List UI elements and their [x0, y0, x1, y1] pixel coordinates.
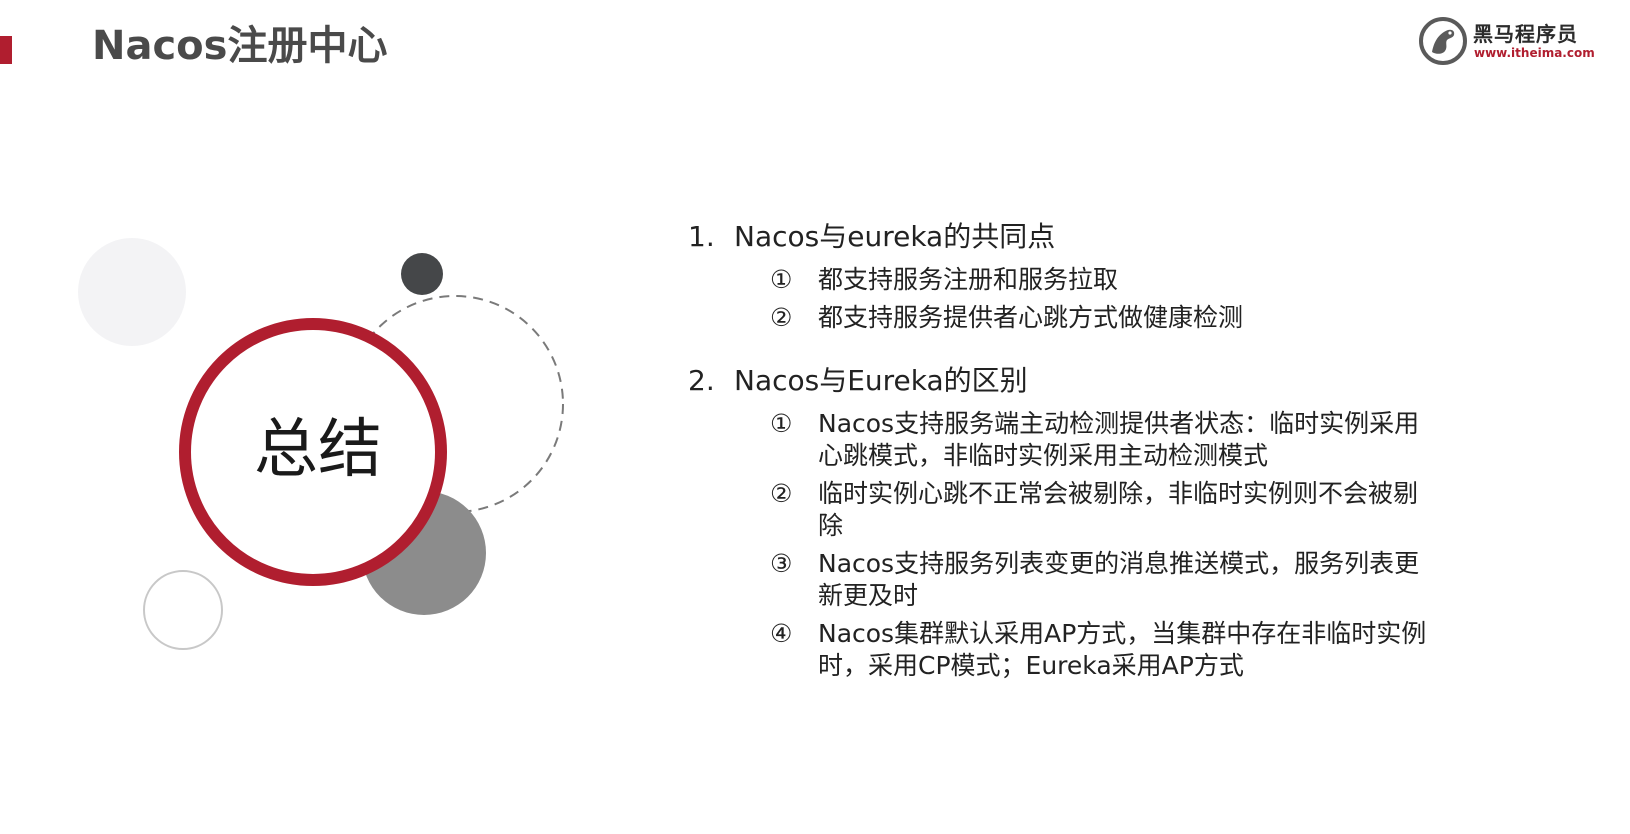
brand-logo: 黑马程序员 www.itheima.com	[1418, 14, 1598, 70]
item-text: Nacos集群默认采用AP方式，当集群中存在非临时实例时，采用CP模式；Eure…	[818, 619, 1427, 680]
brand-name: 黑马程序员	[1473, 22, 1578, 46]
section-title: Nacos与Eureka的区别	[734, 364, 1028, 397]
summary-content: 1. Nacos与eureka的共同点 ① 都支持服务注册和服务拉取 ② 都支持服…	[688, 218, 1448, 688]
list-item: ① 都支持服务注册和服务拉取	[770, 264, 1448, 296]
horse-emblem-icon	[1419, 17, 1467, 65]
item-marker: ①	[770, 265, 793, 294]
item-marker: ④	[770, 619, 793, 648]
section-differences: 2. Nacos与Eureka的区别 ① Nacos支持服务端主动检测提供者状态：…	[688, 362, 1448, 682]
list-item: ④ Nacos集群默认采用AP方式，当集群中存在非临时实例时，采用CP模式；Eu…	[770, 618, 1448, 682]
list-item: ③ Nacos支持服务列表变更的消息推送模式，服务列表更新更及时	[770, 548, 1448, 612]
difference-list: ① Nacos支持服务端主动检测提供者状态：临时实例采用心跳模式，非临时实例采用…	[688, 408, 1448, 682]
section-title: Nacos与eureka的共同点	[734, 220, 1056, 253]
item-marker: ③	[770, 549, 793, 578]
item-marker: ②	[770, 479, 793, 508]
section-heading: 2. Nacos与Eureka的区别	[688, 362, 1448, 400]
light-gray-circle	[78, 238, 186, 346]
item-marker: ②	[770, 303, 793, 332]
list-item: ② 临时实例心跳不正常会被剔除，非临时实例则不会被剔除	[770, 478, 1448, 542]
section-number: 2.	[688, 364, 715, 397]
list-item: ② 都支持服务提供者心跳方式做健康检测	[770, 302, 1448, 334]
section-number: 1.	[688, 220, 715, 253]
item-text: 都支持服务注册和服务拉取	[818, 265, 1119, 294]
brand-url: www.itheima.com	[1474, 46, 1595, 60]
similarity-list: ① 都支持服务注册和服务拉取 ② 都支持服务提供者心跳方式做健康检测	[688, 264, 1448, 334]
summary-label: 总结	[254, 413, 382, 487]
item-text: 临时实例心跳不正常会被剔除，非临时实例则不会被剔除	[818, 479, 1419, 540]
item-marker: ①	[770, 409, 793, 438]
section-heading: 1. Nacos与eureka的共同点	[688, 218, 1448, 256]
list-item: ① Nacos支持服务端主动检测提供者状态：临时实例采用心跳模式，非临时实例采用…	[770, 408, 1448, 472]
outline-circle	[143, 570, 223, 650]
item-text: Nacos支持服务端主动检测提供者状态：临时实例采用心跳模式，非临时实例采用主动…	[818, 409, 1420, 470]
summary-decoration	[78, 238, 564, 650]
item-text: 都支持服务提供者心跳方式做健康检测	[818, 303, 1244, 332]
item-text: Nacos支持服务列表变更的消息推送模式，服务列表更新更及时	[818, 549, 1420, 610]
dark-dot	[401, 253, 443, 295]
section-similarities: 1. Nacos与eureka的共同点 ① 都支持服务注册和服务拉取 ② 都支持服…	[688, 218, 1448, 334]
